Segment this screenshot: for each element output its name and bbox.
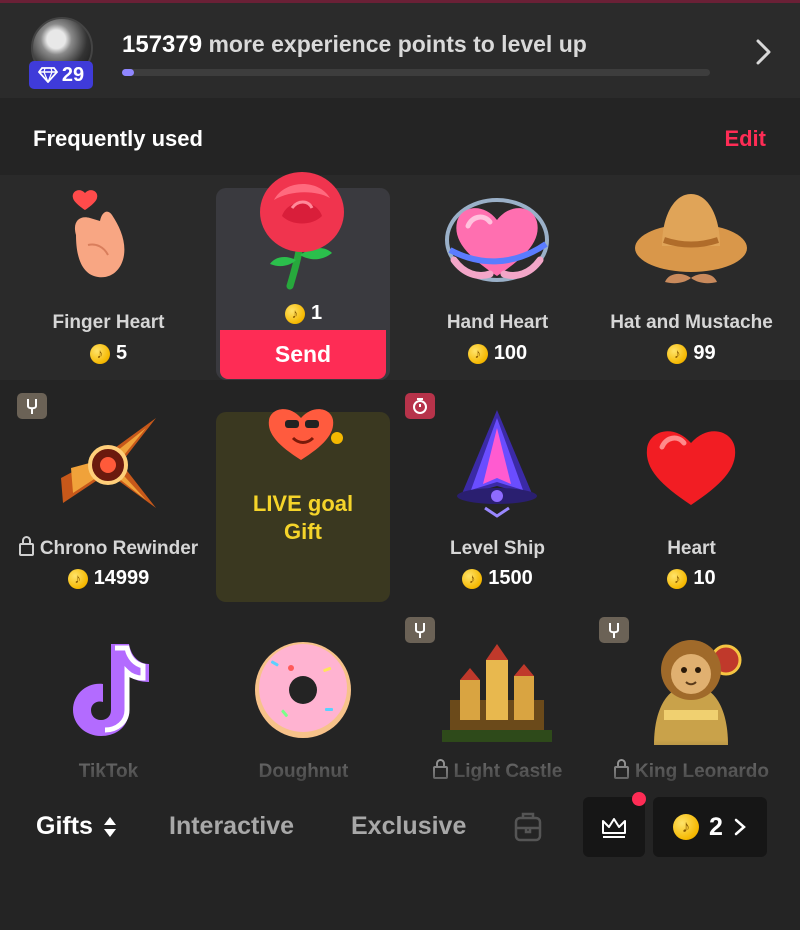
gift-name: Light Castle xyxy=(453,761,563,782)
send-button[interactable]: Send xyxy=(220,330,386,379)
gift-light-castle[interactable]: Light Castle xyxy=(400,640,595,790)
gift-price: 14999 xyxy=(11,567,206,590)
coin-balance: 2 xyxy=(709,812,723,841)
gift-name: Level Ship xyxy=(449,538,546,559)
rose-icon xyxy=(260,172,344,290)
gift-chrono-rewinder[interactable]: Chrono Rewinder 14999 xyxy=(11,408,206,598)
gift-name-locked: King Leonardo xyxy=(594,759,789,783)
chrono-rewinder-icon xyxy=(61,418,156,508)
chevron-right-icon xyxy=(734,818,746,836)
light-castle-icon xyxy=(442,644,552,742)
gift-hat-and-mustache[interactable]: Hat and Mustache 99 xyxy=(594,190,789,380)
coin-icon xyxy=(462,568,483,589)
gift-price-value: 1500 xyxy=(488,567,533,589)
hand-heart-icon xyxy=(445,198,549,282)
hat-mustache-icon xyxy=(635,194,747,284)
coin-icon xyxy=(667,568,688,589)
live-goal-gift-card[interactable]: LIVE goal Gift xyxy=(216,409,390,602)
gift-price: 1500 xyxy=(400,567,595,590)
gift-doughnut[interactable]: Doughnut xyxy=(206,640,401,790)
gift-name: Heart xyxy=(667,538,716,559)
gift-price-value: 14999 xyxy=(93,567,150,589)
gift-name-locked: Chrono Rewinder xyxy=(11,536,206,560)
gift-heart[interactable]: Heart 10 xyxy=(594,408,789,598)
finger-heart-icon xyxy=(72,190,125,278)
live-goal-line-2: Gift xyxy=(284,519,322,544)
tab-label: Gifts xyxy=(36,812,93,840)
live-goal-line-1: LIVE goal xyxy=(252,491,354,516)
gift-name: Hat and Mustache xyxy=(610,312,773,333)
subscription-button[interactable] xyxy=(583,797,645,857)
gift-name: Doughnut xyxy=(258,761,349,782)
coin-icon xyxy=(467,343,488,364)
tab-exclusive[interactable]: Exclusive xyxy=(351,812,466,841)
crown-icon xyxy=(602,818,626,838)
section-title: Frequently used xyxy=(33,126,203,151)
xp-progress-bar xyxy=(122,69,710,76)
sort-arrows-icon xyxy=(103,817,116,838)
level-ship-icon xyxy=(457,410,537,518)
gift-price: 100 xyxy=(400,342,595,365)
gift-price: 1 xyxy=(206,302,401,325)
chevron-right-icon[interactable] xyxy=(748,37,778,67)
tab-gifts[interactable]: Gifts xyxy=(36,812,117,841)
level-number: 29 xyxy=(61,63,85,86)
live-goal-label: LIVE goal Gift xyxy=(216,490,390,546)
gift-price: 5 xyxy=(11,342,206,365)
backpack-icon[interactable] xyxy=(513,810,543,842)
coin-icon xyxy=(284,303,305,324)
gift-tiktok[interactable]: TikTok xyxy=(11,640,206,790)
gift-price-value: 5 xyxy=(115,342,128,364)
gift-name-locked: Light Castle xyxy=(400,759,595,783)
gift-name: Hand Heart xyxy=(446,312,549,333)
coin-icon xyxy=(67,568,88,589)
doughnut-icon xyxy=(255,642,351,738)
level-badge: 29 xyxy=(29,61,93,89)
lock-icon xyxy=(432,759,448,779)
xp-points: 157379 xyxy=(122,31,203,58)
king-leonardo-icon xyxy=(654,640,742,745)
gift-hand-heart[interactable]: Hand Heart 100 xyxy=(400,190,595,380)
gift-price-value: 1 xyxy=(310,302,323,324)
gift-price-value: 99 xyxy=(693,342,716,364)
gift-name: Finger Heart xyxy=(52,312,165,333)
coin-balance-button[interactable]: 2 xyxy=(653,797,767,857)
coin-icon xyxy=(667,343,688,364)
gift-price: 10 xyxy=(594,567,789,590)
xp-message: 157379 more experience points to level u… xyxy=(122,31,587,59)
gift-king-leonardo[interactable]: King Leonardo xyxy=(594,630,789,790)
gift-name: Chrono Rewinder xyxy=(39,538,199,559)
xp-suffix: more experience points to level up xyxy=(202,31,587,57)
gift-name: King Leonardo xyxy=(634,761,770,782)
tuning-fork-icon xyxy=(415,623,425,638)
gift-finger-heart[interactable]: Finger Heart 5 xyxy=(11,185,206,375)
diamond-icon xyxy=(37,67,58,83)
level-header[interactable]: 29 157379 more experience points to leve… xyxy=(0,0,800,98)
gift-rose[interactable]: 1 xyxy=(206,160,401,330)
gift-name: TikTok xyxy=(78,761,139,782)
tiktok-logo-icon xyxy=(73,644,149,736)
heart-icon xyxy=(646,431,736,505)
gift-level-ship[interactable]: Level Ship 1500 xyxy=(400,408,595,598)
edit-button[interactable]: Edit xyxy=(724,126,766,152)
lock-icon xyxy=(613,759,629,779)
gift-price: 99 xyxy=(594,342,789,365)
lock-icon xyxy=(18,536,34,556)
coin-icon xyxy=(673,814,700,840)
live-goal-heart-icon xyxy=(268,409,343,460)
xp-progress-fill xyxy=(122,69,134,76)
gift-price-value: 10 xyxy=(693,567,716,589)
coin-icon xyxy=(89,343,110,364)
tab-interactive[interactable]: Interactive xyxy=(169,812,294,841)
notification-dot xyxy=(632,792,646,806)
gift-price-value: 100 xyxy=(493,342,528,364)
